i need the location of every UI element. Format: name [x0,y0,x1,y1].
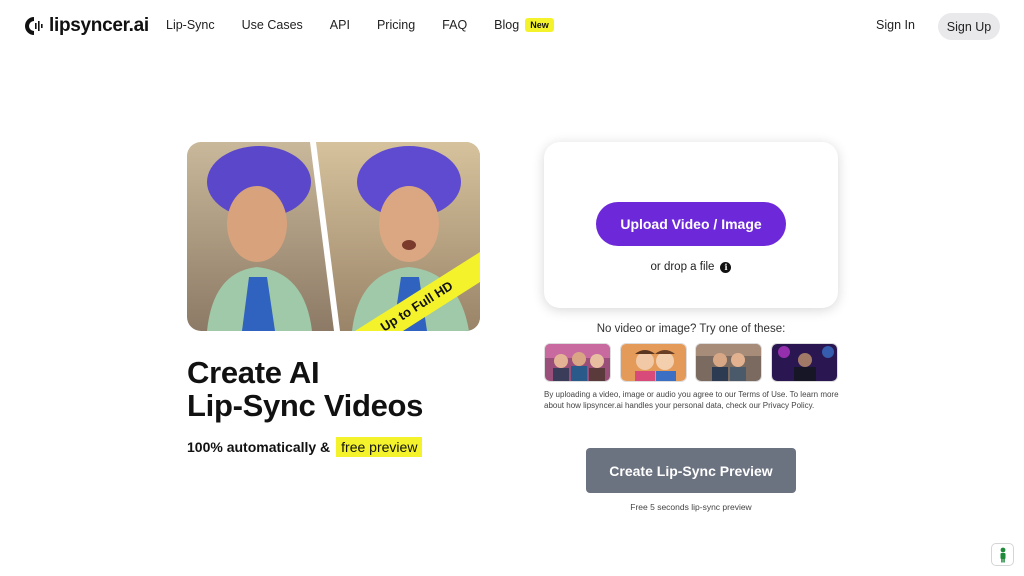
upload-video-image-button[interactable]: Upload Video / Image [596,202,786,246]
nav-link-blog[interactable]: Blog [494,18,519,32]
nav-link-use-cases[interactable]: Use Cases [242,18,303,32]
sample-thumbnail-3[interactable] [695,343,763,382]
hero-before-after-image: Up to Full HD [187,142,480,331]
upload-dropzone[interactable]: Upload Video / Image or drop a file i [544,142,838,308]
sample-thumbnail-2[interactable] [619,343,687,382]
hero-subline-text: 100% automatically & [187,439,331,455]
drop-file-text: or drop a file [650,261,715,273]
hero-headline: Create AI Lip-Sync Videos [187,356,423,422]
nav-link-api[interactable]: API [330,18,350,32]
nav-link-pricing[interactable]: Pricing [377,18,415,32]
person-help-icon[interactable] [991,543,1014,566]
brand-name: lipsyncer.ai [49,15,149,36]
sound-wave-logo-icon [22,14,46,38]
free-preview-highlight: free preview [336,437,423,457]
samples-label: No video or image? Try one of these: [596,323,786,335]
nav-link-faq[interactable]: FAQ [442,18,467,32]
info-icon[interactable]: i [720,261,732,273]
sample-thumbnail-1[interactable] [544,343,611,382]
drop-file-row: or drop a file i [544,261,838,273]
sign-in-link[interactable]: Sign In [876,18,915,32]
hero-subline: 100% automatically & free preview [187,437,423,457]
hero-headline-line-1: Create AI [187,355,320,390]
sample-thumbnails [544,343,838,382]
nav-link-lip-sync[interactable]: Lip-Sync [166,18,215,32]
sign-up-button[interactable]: Sign Up [938,13,1000,40]
nav-links: Lip-Sync Use Cases API Pricing FAQ Blog … [166,18,554,32]
top-nav: lipsyncer.ai Lip-Sync Use Cases API Pric… [0,0,1024,52]
brand-logo[interactable]: lipsyncer.ai [22,14,149,38]
hero-headline-line-2: Lip-Sync Videos [187,388,424,423]
sample-thumbnail-4[interactable] [770,343,838,382]
terms-notice: By uploading a video, image or audio you… [544,390,839,410]
preview-note: Free 5 seconds lip-sync preview [630,502,752,512]
create-lip-sync-preview-button[interactable]: Create Lip-Sync Preview [586,448,796,493]
blog-new-badge: New [525,18,554,32]
